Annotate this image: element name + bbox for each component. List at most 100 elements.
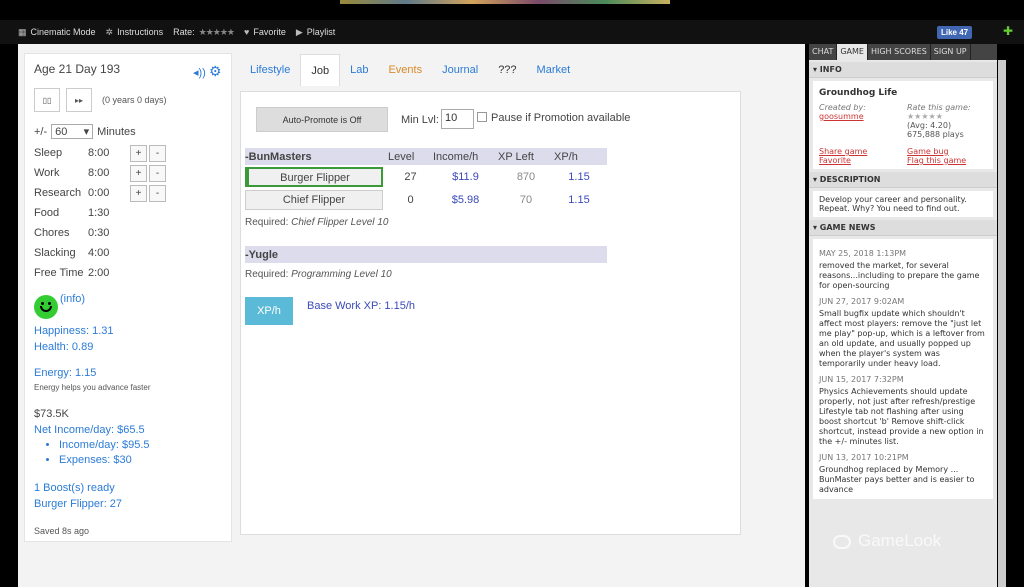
schedule-row-chores: Chores 0:30 [34,227,110,239]
news-box: MAY 25, 2018 1:13PM removed the market, … [813,239,993,499]
info-section-header[interactable]: ▾ INFO [809,62,997,78]
minutes-step-select[interactable]: 60 ▾ [51,124,94,139]
pause-promotion-label: Pause if Promotion available [491,112,631,124]
author-link[interactable]: goosumme [819,112,907,121]
sleep-plus-button[interactable]: + [130,144,147,162]
fast-forward-button[interactable]: ▸▸ [66,88,92,112]
energy-stat: Energy: 1.15 [34,367,97,379]
banner-art [340,0,670,4]
play-icon: ▶ [295,26,303,37]
income-breakdown: Income/day: $95.5 Expenses: $30 [59,439,231,466]
news-section-header[interactable]: ▾ GAME NEWS [809,220,997,236]
game-bug-link[interactable]: Game bug [907,147,966,156]
news-date: JUN 27, 2017 9:02AM [819,297,905,306]
settings-gear-icon[interactable]: ⚙ [209,63,222,80]
schedule-list: Sleep 8:00 + - Work 8:00 + - Research 0:00 + - Fo… [34,143,231,283]
pause-button[interactable]: ▯▯ [34,88,60,112]
facebook-like-button[interactable]: Like 47 [937,26,973,39]
xp-per-hour-button[interactable]: XP/h [245,297,293,325]
playlist-button[interactable]: ▶ Playlist [296,27,335,38]
tab-events[interactable]: Events [378,54,432,86]
job-burger-flipper-button[interactable]: Burger Flipper [245,167,383,187]
description-section-header[interactable]: ▾ DESCRIPTION [809,172,997,188]
boosts-ready-link[interactable]: 1 Boost(s) ready [34,482,231,494]
boost-job-link[interactable]: Burger Flipper: 27 [34,498,231,510]
news-body: removed the market, for several reasons.… [819,261,980,290]
news-date: JUN 13, 2017 10:21PM [819,453,909,462]
tab-unknown[interactable]: ??? [488,54,526,86]
schedule-row-food: Food 1:30 [34,207,110,219]
table-row: Chief Flipper 0 $5.98 70 1.15 [245,189,607,211]
auto-promote-button[interactable]: Auto-Promote is Off [256,107,388,132]
tab-market[interactable]: Market [527,54,581,86]
base-work-xp: Base Work XP: 1.15/h [307,300,416,312]
rate-widget[interactable]: Rate: ★★★★★ [173,27,235,38]
flag-game-link[interactable]: Flag this game [907,156,966,165]
tab-journal[interactable]: Journal [432,54,488,86]
tab-sign-up[interactable]: SIGN UP [931,44,971,60]
game-title: Groundhog Life [819,88,898,98]
job-chief-flipper-button[interactable]: Chief Flipper [245,190,383,210]
job-table: -BunMasters Level Income/h XP Left XP/h … [245,148,607,280]
rating-stars[interactable]: ★★★★★ [199,27,235,38]
sidebar-scrollbar[interactable] [998,60,1006,587]
game-info-box: Groundhog Life Created by: goosumme Rate… [813,81,993,169]
research-minus-button[interactable]: - [149,184,166,202]
cinematic-mode-button[interactable]: ▦ Cinematic Mode [18,27,96,38]
watermark: GameLook [858,531,942,550]
news-body: Groundhog replaced by Memory ... BunMast… [819,465,975,494]
sidebar-tabs: CHAT GAME HIGH SCORES SIGN UP [809,44,997,60]
work-plus-button[interactable]: + [130,164,147,182]
job-panel: Auto-Promote is Off Min Lvl: 10 Pause if… [240,91,741,535]
mood-smiley-icon [34,295,58,319]
tab-high-scores[interactable]: HIGH SCORES [868,44,931,60]
info-link[interactable]: (info) [60,293,85,305]
min-level-input[interactable]: 10 [441,109,474,129]
main-area: Lifestyle Job Lab Events Journal ??? Mar… [240,54,741,535]
wechat-icon [833,535,851,549]
expenses-per-day: Expenses: $30 [59,454,231,466]
research-plus-button[interactable]: + [130,184,147,202]
saved-status: Saved 8s ago [34,526,90,536]
tab-chat[interactable]: CHAT [809,44,838,60]
instructions-button[interactable]: ✲ Instructions [106,27,164,38]
share-game-link[interactable]: Share game [819,147,907,156]
schedule-row-research: Research 0:00 + - [34,183,231,203]
yugle-header: -Yugle [245,246,607,263]
tab-lifestyle[interactable]: Lifestyle [240,54,300,86]
sleep-minus-button[interactable]: - [149,144,166,162]
pause-promotion-checkbox[interactable] [477,112,487,122]
news-date: JUN 15, 2017 7:32PM [819,375,904,384]
income-per-day: Income/day: $95.5 [59,439,231,451]
site-toolbar: ▦ Cinematic Mode ✲ Instructions Rate: ★★★★★… [0,20,1024,44]
game-stage: Age 21 Day 193 ◂)) ⚙ ▯▯ ▸▸ (0 years 0 da… [18,44,805,587]
favorite-link[interactable]: Favorite [819,156,907,165]
net-income-stat: Net Income/day: $65.5 [34,424,145,436]
tab-game[interactable]: GAME [837,44,868,60]
heart-icon: ♥ [243,27,250,37]
favorite-button[interactable]: ♥ Favorite [244,27,286,37]
main-tabs: Lifestyle Job Lab Events Journal ??? Mar… [240,54,741,86]
work-minus-button[interactable]: - [149,164,166,182]
health-stat: Health: 0.89 [34,341,94,353]
schedule-row-sleep: Sleep 8:00 + - [34,143,231,163]
status-panel: Age 21 Day 193 ◂)) ⚙ ▯▯ ▸▸ (0 years 0 da… [24,53,232,542]
sidebar: CHAT GAME HIGH SCORES SIGN UP ▾ INFO Gro… [809,44,997,587]
elapsed-display: (0 years 0 days) [102,95,167,105]
top-strip [0,0,1024,20]
tab-lab[interactable]: Lab [340,54,378,86]
rating-stars[interactable]: ★★★★★ [907,112,971,121]
job-table-header: -BunMasters Level Income/h XP Left XP/h [245,148,607,165]
description-box: Develop your career and personality. Rep… [813,191,993,217]
min-level-label: Min Lvl: [401,114,439,126]
news-body: Small bugfix update which shouldn't affe… [819,309,985,368]
schedule-row-slacking: Slacking 4:00 [34,247,110,259]
sound-icon[interactable]: ◂)) [193,66,206,79]
news-date: MAY 25, 2018 1:13PM [819,249,907,258]
puzzle-icon[interactable]: ✚ [1003,24,1013,38]
tab-job[interactable]: Job [300,54,341,86]
news-body: Physics Achievements should update prope… [819,387,984,446]
time-controls: ▯▯ ▸▸ (0 years 0 days) [34,88,231,112]
step-selector: +/- 60 ▾ Minutes [34,124,136,139]
yugle-requirement: Required: Programming Level 10 [245,269,392,280]
